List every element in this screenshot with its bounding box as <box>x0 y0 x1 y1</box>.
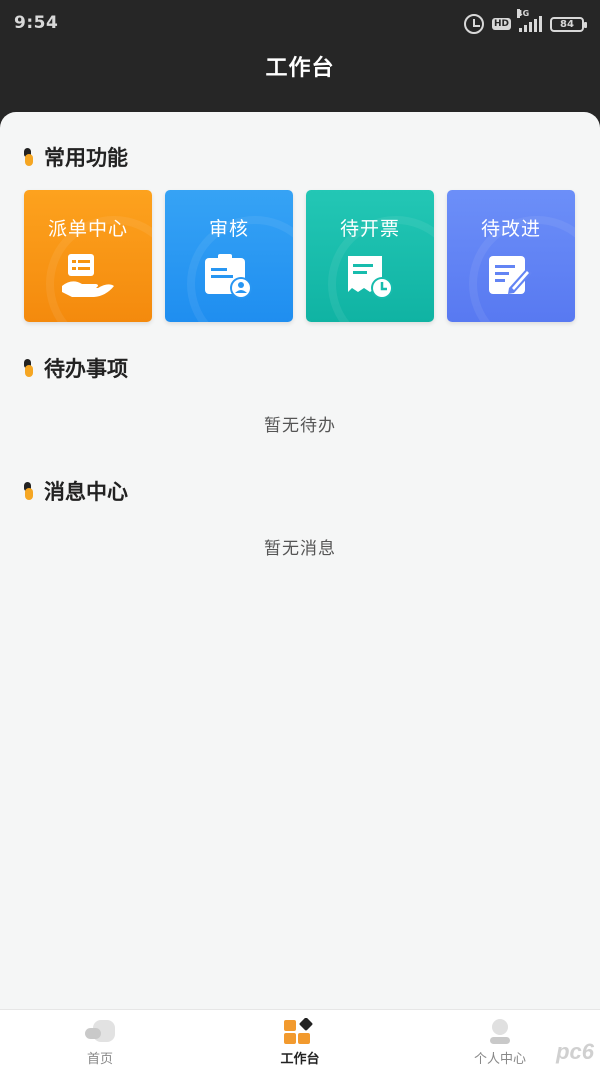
tile-label: 审核 <box>208 218 249 240</box>
network-type: 4G <box>517 9 530 18</box>
tile-label: 派单中心 <box>47 218 128 240</box>
tile-dispatch-center[interactable]: 派单中心 <box>24 190 152 322</box>
status-time: 9:54 <box>14 13 59 33</box>
tile-pending-invoice[interactable]: 待开票 <box>306 190 434 322</box>
tile-review[interactable]: 审核 <box>165 190 293 322</box>
badge-person-icon <box>165 252 293 302</box>
section-bullet-icon <box>24 359 34 377</box>
person-icon <box>485 1018 515 1050</box>
section-title: 待办事项 <box>44 357 128 381</box>
alarm-icon <box>463 14 484 34</box>
section-title: 常用功能 <box>44 146 128 170</box>
nav-label: 工作台 <box>280 1052 320 1067</box>
status-bar: 9:54 HD 4G 84 <box>0 0 600 46</box>
messages-empty-text: 暂无消息 <box>264 539 336 559</box>
page-title: 工作台 <box>265 56 335 81</box>
section-common-functions: 常用功能 <box>24 142 128 172</box>
section-messages: 消息中心 <box>24 476 128 506</box>
section-bullet-icon <box>24 482 34 500</box>
nav-item-workbench[interactable]: 工作台 <box>200 1010 400 1071</box>
workbench-grid-icon <box>282 1017 318 1050</box>
status-icons: HD 4G 84 <box>463 9 587 34</box>
app-screen: 9:54 HD 4G 84 工作台 常用功能 派单中心 审核 待开票 待改进 待… <box>0 0 600 1071</box>
bottom-nav: 首页 工作台 个人中心 <box>0 1009 600 1071</box>
nav-item-home[interactable]: 首页 <box>0 1010 200 1071</box>
hand-card-icon <box>24 252 152 302</box>
section-title: 消息中心 <box>44 480 128 504</box>
section-todo: 待办事项 <box>24 353 128 383</box>
nav-label: 首页 <box>86 1052 113 1067</box>
hd-badge: HD <box>491 18 511 30</box>
todo-empty-text: 暂无待办 <box>264 416 336 436</box>
function-tiles: 派单中心 审核 待开票 待改进 <box>24 190 575 322</box>
tile-label: 待改进 <box>480 218 541 240</box>
watermark-logo: pc6 <box>556 1039 594 1064</box>
tile-pending-improvement[interactable]: 待改进 <box>447 190 575 322</box>
edit-document-icon <box>447 252 575 302</box>
tile-label: 待开票 <box>339 218 400 240</box>
home-bubble-icon <box>83 1018 117 1048</box>
section-bullet-icon <box>24 148 34 166</box>
battery-icon: 84 <box>550 16 587 32</box>
receipt-clock-icon <box>306 252 434 302</box>
main-content: 常用功能 派单中心 审核 待开票 待改进 待办事项 暂无待办 消息中心 暂无消息 <box>0 112 600 1009</box>
signal-icon: 4G <box>517 9 542 32</box>
